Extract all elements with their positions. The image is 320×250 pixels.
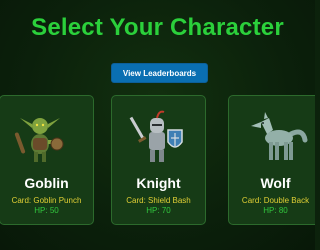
goblin-icon (14, 118, 64, 162)
knight-icon (129, 110, 183, 162)
wolf-icon (251, 112, 308, 160)
view-leaderboards-button[interactable]: View Leaderboards (111, 63, 208, 83)
character-card-goblin[interactable]: Goblin Card: Goblin Punch HP: 50 (0, 95, 94, 225)
character-name: Knight (136, 175, 181, 191)
character-card-skill: Card: Double Back (241, 196, 310, 205)
page-title: Select Your Character (31, 14, 284, 41)
character-name: Goblin (24, 175, 69, 191)
character-card-skill: Card: Goblin Punch (11, 196, 82, 205)
character-hp: HP: 50 (34, 206, 59, 215)
character-hp: HP: 70 (146, 206, 171, 215)
character-card-wolf[interactable]: Wolf Card: Double Back HP: 80 (228, 95, 315, 225)
character-card-knight[interactable]: Knight Card: Shield Bash HP: 70 (111, 95, 206, 225)
character-name: Wolf (260, 175, 291, 191)
character-card-skill: Card: Shield Bash (126, 196, 191, 205)
character-hp: HP: 80 (263, 206, 288, 215)
character-select-screen: Select Your Character View Leaderboards … (0, 0, 315, 250)
